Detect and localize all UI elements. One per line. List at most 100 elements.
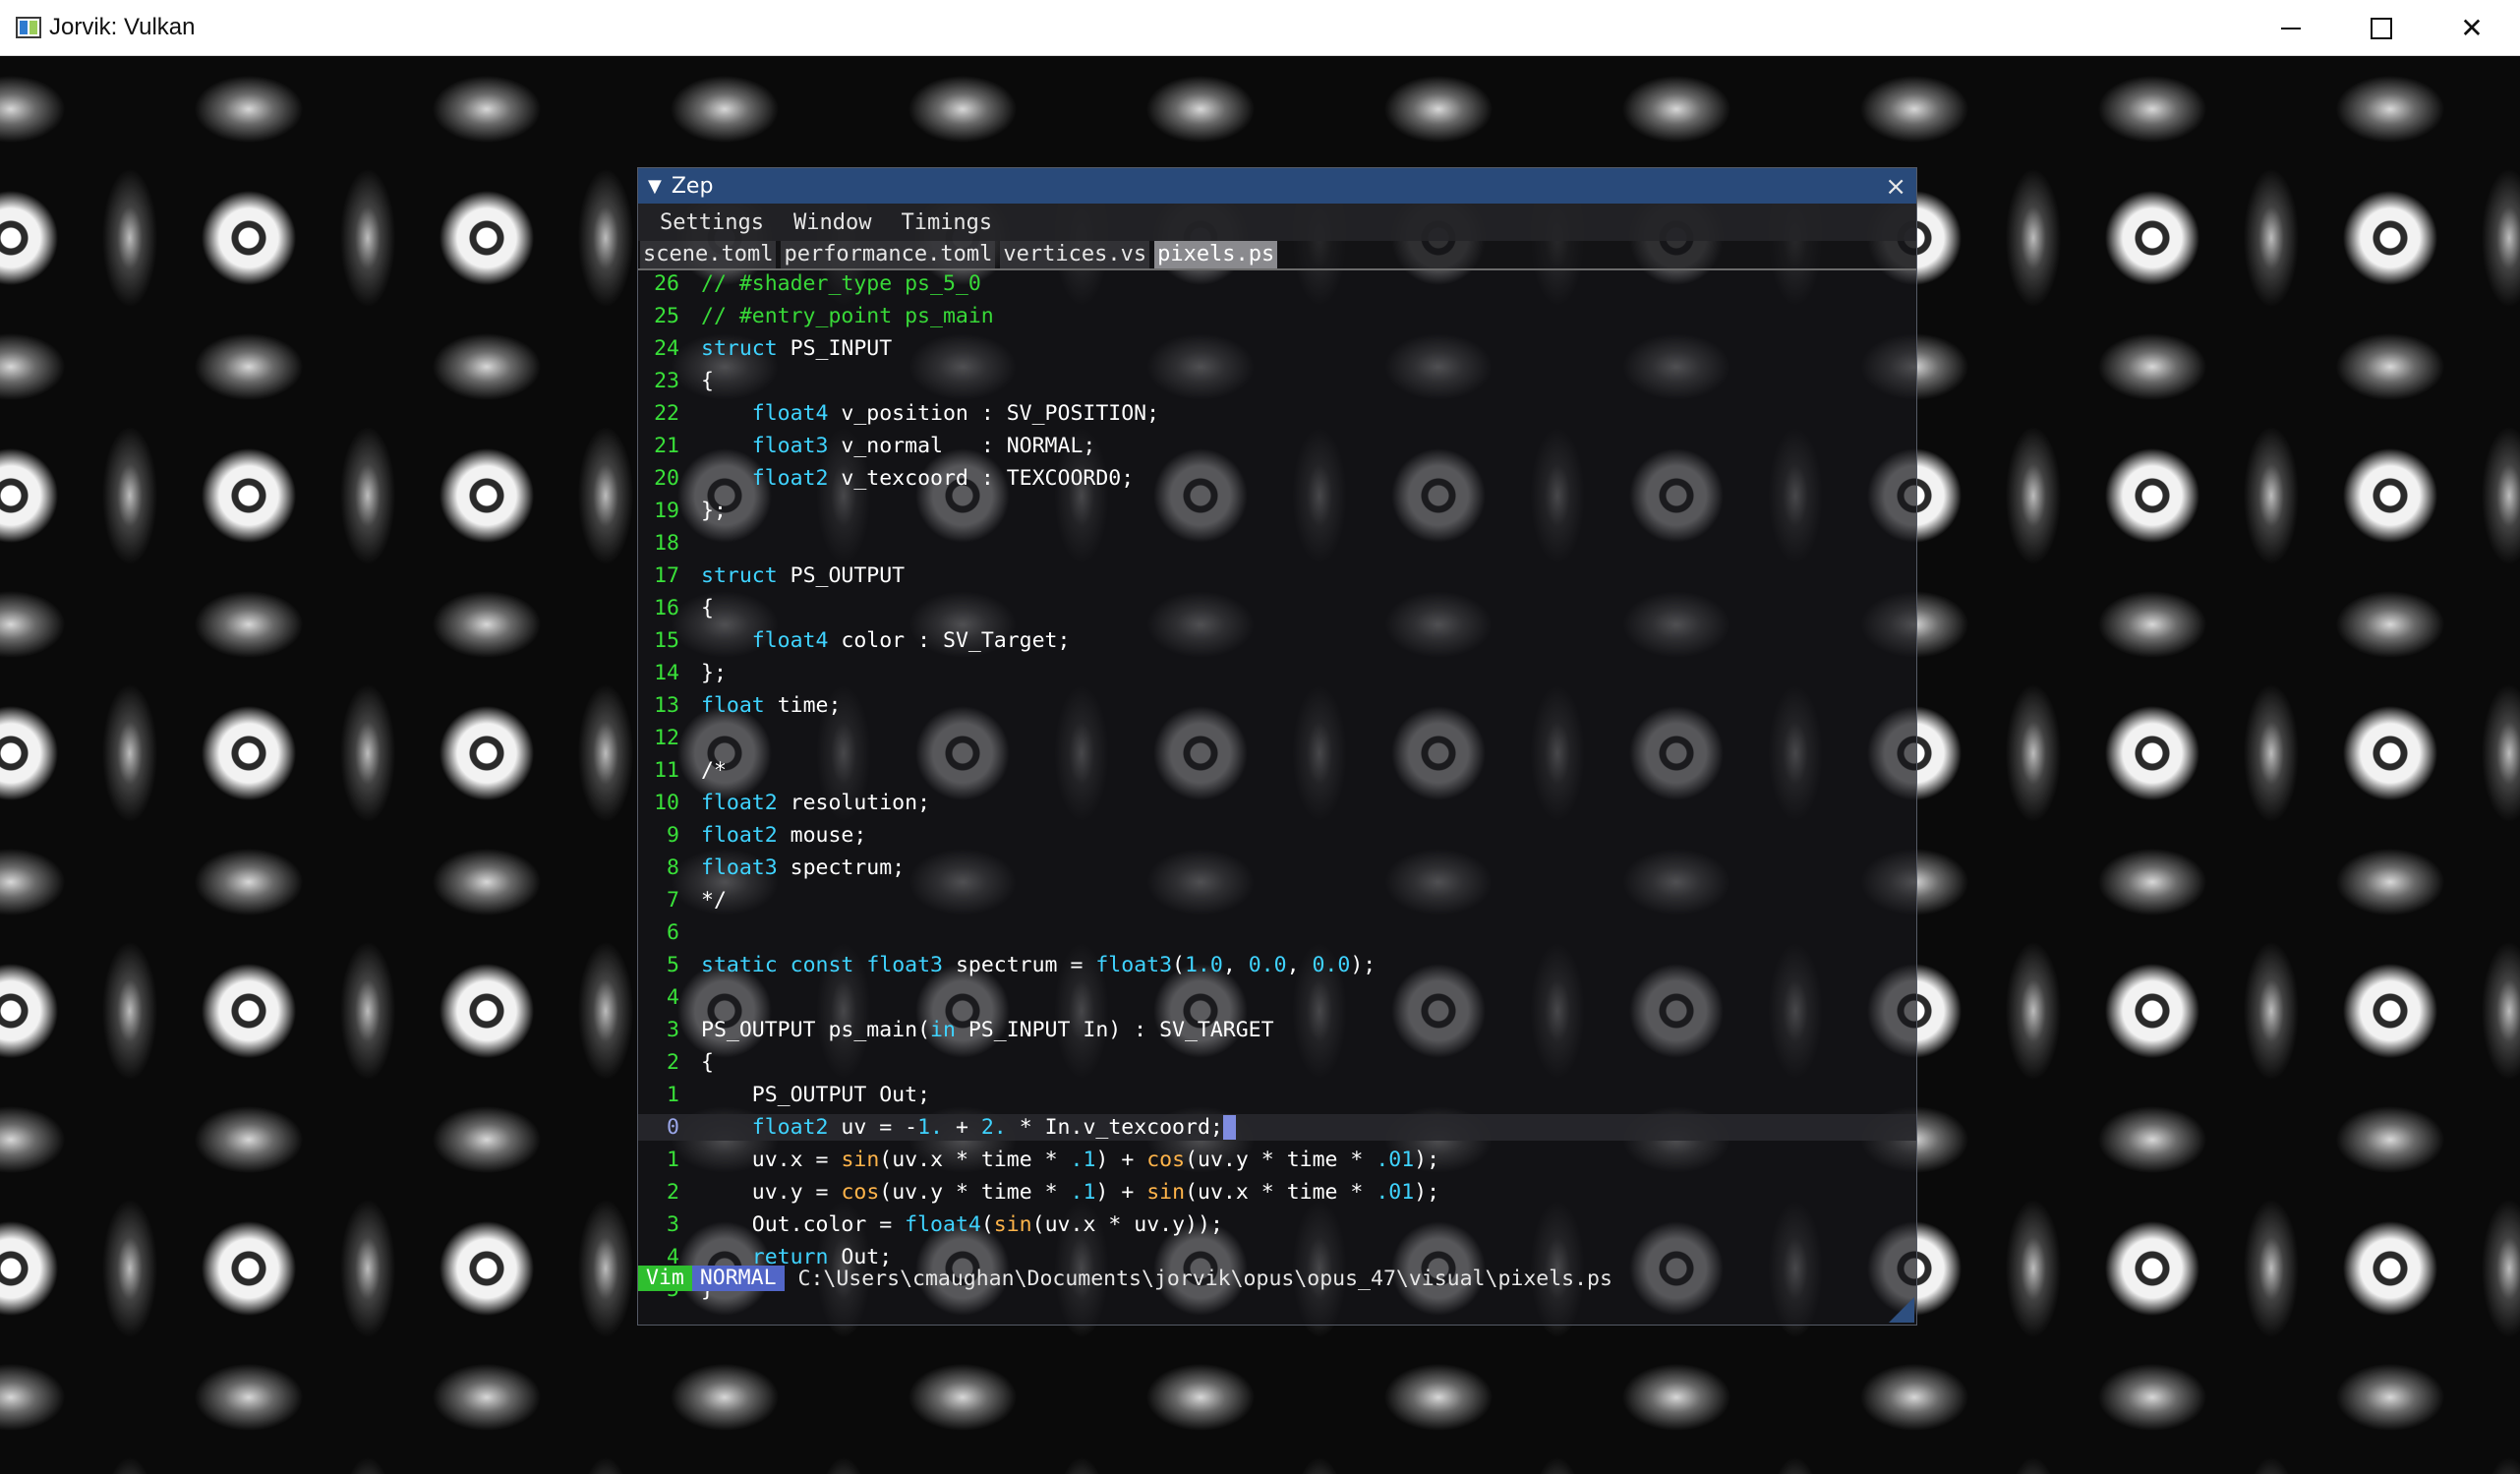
menu-settings[interactable]: Settings bbox=[660, 210, 764, 235]
line-number: 5 bbox=[667, 953, 679, 977]
code-line[interactable]: 2 uv.y = cos(uv.y * time * .1) + sin(uv.… bbox=[638, 1179, 1916, 1206]
line-number: 0 bbox=[667, 1115, 679, 1140]
tab-pixels-ps[interactable]: pixels.ps bbox=[1154, 241, 1278, 268]
code-line[interactable]: 2{ bbox=[638, 1049, 1916, 1076]
zep-editor-window: ▼ Zep × Settings Window Timings scene.to… bbox=[637, 167, 1917, 1326]
code-line[interactable]: 20 float2 v_texcoord : TEXCOORD0; bbox=[638, 465, 1916, 492]
line-number: 21 bbox=[654, 434, 679, 458]
code-line[interactable]: 26 // #shader_type ps_5_0 bbox=[638, 270, 1916, 297]
line-number: 15 bbox=[654, 628, 679, 653]
code-text: Out.color = float4(sin(uv.x * uv.y)); bbox=[751, 1212, 1223, 1237]
code-line[interactable]: 22 float4 v_position : SV_POSITION; bbox=[638, 400, 1916, 427]
tab-performance-toml[interactable]: performance.toml bbox=[781, 241, 996, 268]
code-text: float time; bbox=[701, 693, 842, 718]
code-text: static const float3 spectrum = float3(1.… bbox=[701, 953, 1377, 977]
code-text: PS_OUTPUT Out; bbox=[751, 1083, 931, 1107]
line-number: 10 bbox=[654, 791, 679, 815]
line-number: 18 bbox=[654, 531, 679, 556]
code-line[interactable]: 23 { bbox=[638, 368, 1916, 394]
code-line[interactable]: 13 float time; bbox=[638, 692, 1916, 719]
line-number: 17 bbox=[654, 563, 679, 588]
code-line-current[interactable]: 0 float2 uv = -1. + 2. * In.v_texcoord; bbox=[638, 1114, 1916, 1141]
collapse-triangle-icon[interactable]: ▼ bbox=[648, 176, 662, 197]
line-number: 1 bbox=[667, 1148, 679, 1172]
code-line[interactable]: 18 bbox=[638, 530, 1916, 557]
resize-grip[interactable] bbox=[1889, 1297, 1914, 1323]
code-text: float4 color : SV_Target; bbox=[751, 628, 1071, 653]
menu-timings[interactable]: Timings bbox=[901, 210, 992, 235]
zep-title: Zep bbox=[671, 173, 714, 199]
code-line[interactable]: 4 bbox=[638, 984, 1916, 1011]
code-line[interactable]: 1 uv.x = sin(uv.x * time * .1) + cos(uv.… bbox=[638, 1147, 1916, 1173]
code-line[interactable]: 9 float2 mouse; bbox=[638, 822, 1916, 849]
code-text: { bbox=[701, 596, 714, 620]
line-number: 23 bbox=[654, 369, 679, 393]
code-line[interactable]: 14}; bbox=[638, 660, 1916, 686]
code-text: // #shader_type ps_5_0 bbox=[701, 270, 981, 297]
code-line[interactable]: 3 PS_OUTPUT ps_main(in PS_INPUT In) : SV_… bbox=[638, 1017, 1916, 1043]
menu-window[interactable]: Window bbox=[793, 210, 871, 235]
code-line[interactable]: 16 { bbox=[638, 595, 1916, 621]
minimize-icon[interactable] bbox=[2246, 0, 2336, 56]
line-number: 13 bbox=[654, 693, 679, 718]
line-number: 19 bbox=[654, 499, 679, 523]
line-number: 14 bbox=[654, 661, 679, 685]
code-text: float3 v_normal : NORMAL; bbox=[751, 434, 1096, 458]
line-number: 9 bbox=[667, 823, 679, 848]
line-number: 22 bbox=[654, 401, 679, 426]
line-number: 12 bbox=[654, 726, 679, 750]
window-title: Jorvik: Vulkan bbox=[49, 14, 196, 40]
code-line[interactable]: 19}; bbox=[638, 498, 1916, 524]
zep-close-icon[interactable]: × bbox=[1885, 172, 1906, 202]
code-text: float2 resolution; bbox=[701, 791, 931, 815]
code-text: uv.x = sin(uv.x * time * .1) + cos(uv.y … bbox=[751, 1148, 1440, 1172]
line-number: 1 bbox=[667, 1083, 679, 1107]
line-number: 3 bbox=[667, 1018, 679, 1042]
code-line[interactable]: 6 bbox=[638, 919, 1916, 946]
code-text: */ bbox=[701, 888, 727, 913]
code-line[interactable]: 1 PS_OUTPUT Out; bbox=[638, 1082, 1916, 1108]
line-number: 2 bbox=[667, 1050, 679, 1075]
status-bar: Vim NORMAL C:\Users\cmaughan\Documents\j… bbox=[638, 1266, 1916, 1291]
line-number: 20 bbox=[654, 466, 679, 491]
code-line[interactable]: 5 static const float3 spectrum = float3(1… bbox=[638, 952, 1916, 978]
code-line[interactable]: 3 Out.color = float4(sin(uv.x * uv.y)); bbox=[638, 1211, 1916, 1238]
line-number: 25 bbox=[654, 304, 679, 328]
line-number: 7 bbox=[667, 888, 679, 913]
code-editor[interactable]: 26// #shader_type ps_5_0 25// #entry_poin… bbox=[638, 270, 1916, 1302]
file-path: C:\Users\cmaughan\Documents\jorvik\opus\… bbox=[797, 1266, 1612, 1291]
code-line[interactable]: 15 float4 color : SV_Target; bbox=[638, 627, 1916, 654]
code-line[interactable]: 10 float2 resolution; bbox=[638, 790, 1916, 816]
code-text: float3 spectrum; bbox=[701, 855, 906, 880]
zep-title-bar[interactable]: ▼ Zep × bbox=[638, 168, 1916, 204]
maximize-icon[interactable] bbox=[2336, 0, 2427, 56]
close-icon[interactable]: ✕ bbox=[2427, 0, 2517, 56]
line-number: 26 bbox=[654, 271, 679, 296]
code-line[interactable]: 24 struct PS_INPUT bbox=[638, 335, 1916, 362]
code-line[interactable]: 21 float3 v_normal : NORMAL; bbox=[638, 433, 1916, 459]
file-tab-bar: scene.toml performance.toml vertices.vs … bbox=[638, 241, 1916, 270]
code-text: }; bbox=[701, 661, 727, 685]
zep-menu-bar: Settings Window Timings bbox=[638, 204, 1916, 241]
tab-scene-toml[interactable]: scene.toml bbox=[640, 241, 777, 268]
vim-mode-badge: NORMAL bbox=[691, 1266, 785, 1291]
code-line[interactable]: 17 struct PS_OUTPUT bbox=[638, 562, 1916, 589]
code-line[interactable]: 25 // #entry_point ps_main bbox=[638, 303, 1916, 329]
line-number: 6 bbox=[667, 920, 679, 945]
code-line[interactable]: 11 /* bbox=[638, 757, 1916, 784]
tab-vertices-vs[interactable]: vertices.vs bbox=[1000, 241, 1150, 268]
code-text: float2 mouse; bbox=[701, 823, 867, 848]
code-line[interactable]: 7 */ bbox=[638, 887, 1916, 914]
code-text: }; bbox=[701, 499, 727, 523]
code-text: PS_OUTPUT ps_main(in PS_INPUT In) : SV_T… bbox=[701, 1018, 1274, 1042]
comment-text: // #shader_type ps_5_0 bbox=[701, 271, 981, 296]
code-line[interactable]: 12 bbox=[638, 725, 1916, 751]
code-text: { bbox=[701, 369, 714, 393]
code-line[interactable]: 8 float3 spectrum; bbox=[638, 855, 1916, 881]
line-number: 2 bbox=[667, 1180, 679, 1205]
line-number: 3 bbox=[667, 1212, 679, 1237]
line-number: 16 bbox=[654, 596, 679, 620]
code-text: // #entry_point ps_main bbox=[701, 303, 994, 329]
code-text: { bbox=[701, 1050, 714, 1075]
line-number: 4 bbox=[667, 985, 679, 1010]
